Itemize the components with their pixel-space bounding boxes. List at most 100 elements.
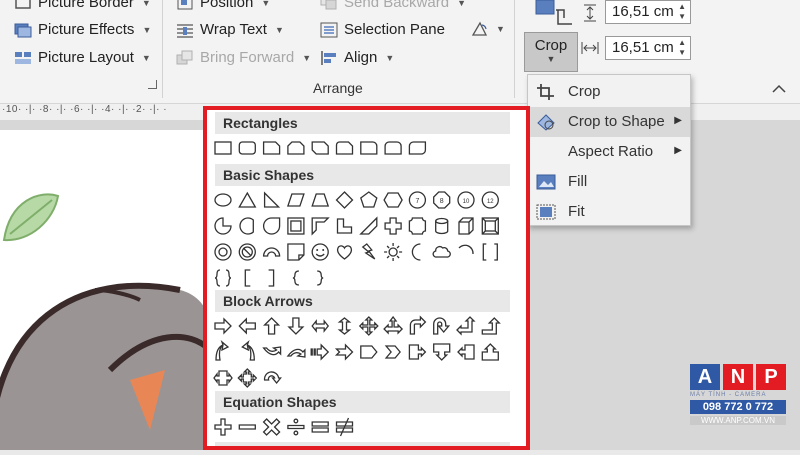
- left-arrow-callout-icon[interactable]: [457, 344, 475, 360]
- plus-icon[interactable]: [214, 418, 232, 436]
- dialog-launcher-icon[interactable]: [148, 80, 157, 89]
- picture-effects-button[interactable]: Picture Effects ▼: [14, 21, 151, 38]
- moon-icon[interactable]: [411, 243, 421, 261]
- double-bracket-icon[interactable]: [482, 243, 498, 261]
- align-button[interactable]: Align ▼: [320, 49, 394, 66]
- equal-icon[interactable]: [311, 421, 329, 433]
- decagon-icon[interactable]: 10: [457, 191, 475, 209]
- right-arrow-icon[interactable]: [214, 317, 232, 335]
- hexagon-icon[interactable]: [383, 192, 403, 208]
- no-symbol-icon[interactable]: [238, 243, 256, 261]
- plaque-icon[interactable]: [408, 217, 427, 235]
- curved-up-arrow-icon[interactable]: [262, 346, 282, 356]
- not-equal-icon[interactable]: [335, 417, 354, 437]
- curved-left-arrow-icon[interactable]: [241, 340, 255, 361]
- bent-arrow-icon[interactable]: [409, 315, 427, 335]
- quad-arrow-icon[interactable]: [358, 316, 379, 336]
- position-button[interactable]: Position ▼: [176, 0, 270, 11]
- left-brace-icon[interactable]: [292, 270, 299, 286]
- round-single-corner-icon[interactable]: [360, 141, 378, 155]
- down-arrow-icon[interactable]: [287, 317, 305, 335]
- half-frame-icon[interactable]: [311, 217, 330, 236]
- bent-up-arrow-icon[interactable]: [481, 317, 501, 335]
- crop-menu-item-crop[interactable]: Crop: [528, 77, 690, 107]
- smiley-face-icon[interactable]: [311, 243, 329, 261]
- width-input[interactable]: 16,51 cm ▲ ▼: [605, 36, 691, 60]
- quad-arrow-callout-icon[interactable]: [237, 368, 258, 388]
- heart-icon[interactable]: [336, 245, 353, 260]
- trapezoid-icon[interactable]: [311, 193, 330, 207]
- left-right-arrow-icon[interactable]: [311, 319, 330, 333]
- oval-icon[interactable]: [214, 193, 232, 207]
- rotate-button[interactable]: ▼: [470, 21, 505, 37]
- height-input[interactable]: 16,51 cm ▲ ▼: [605, 0, 691, 24]
- striped-right-arrow-icon[interactable]: [310, 343, 330, 361]
- bevel-icon[interactable]: [481, 217, 499, 235]
- snip-diagonal-icon[interactable]: [311, 141, 329, 155]
- parallelogram-icon[interactable]: [286, 193, 305, 207]
- chevron-icon[interactable]: [384, 345, 401, 359]
- left-up-arrow-icon[interactable]: [456, 316, 476, 336]
- right-triangle-icon[interactable]: [263, 191, 281, 208]
- crop-menu-item-aspect-ratio[interactable]: Aspect Ratio ▶: [528, 137, 690, 167]
- round-diagonal-icon[interactable]: [408, 141, 427, 155]
- up-down-arrow-icon[interactable]: [337, 317, 352, 335]
- selection-pane-button[interactable]: Selection Pane: [320, 21, 445, 38]
- diamond-icon[interactable]: [335, 191, 354, 209]
- octagon-icon[interactable]: 8: [433, 191, 451, 209]
- collapse-ribbon-icon[interactable]: [772, 84, 786, 94]
- round-same-side-icon[interactable]: [384, 141, 402, 155]
- arc-icon[interactable]: [458, 244, 474, 255]
- up-arrow-icon[interactable]: [263, 317, 281, 335]
- can-icon[interactable]: [435, 217, 449, 235]
- right-arrow-callout-icon[interactable]: [408, 344, 427, 360]
- u-turn-arrow-icon[interactable]: [433, 317, 451, 335]
- crop-menu-item-fit[interactable]: Fit: [528, 197, 690, 227]
- frame-icon[interactable]: [287, 217, 305, 235]
- spinner-arrows-icon[interactable]: ▲ ▼: [678, 2, 686, 22]
- snip-same-side-icon[interactable]: [287, 141, 305, 155]
- bring-forward-button[interactable]: Bring Forward ▼: [176, 49, 311, 66]
- double-brace-icon[interactable]: [214, 269, 232, 287]
- curved-right-arrow-icon[interactable]: [215, 340, 230, 361]
- lightning-bolt-icon[interactable]: [361, 243, 376, 260]
- rounded-rectangle-icon[interactable]: [238, 141, 256, 155]
- up-arrow-callout-icon[interactable]: [481, 343, 499, 361]
- division-icon[interactable]: [287, 418, 305, 436]
- left-right-arrow-callout-icon[interactable]: [213, 370, 233, 386]
- snip-single-corner-icon[interactable]: [262, 141, 281, 155]
- picture-layout-button[interactable]: Picture Layout ▼: [14, 49, 151, 66]
- diagonal-stripe-icon[interactable]: [359, 216, 378, 235]
- pie-icon[interactable]: [214, 217, 232, 235]
- circular-arrow-icon[interactable]: [263, 371, 282, 385]
- teardrop-icon[interactable]: [262, 217, 281, 235]
- l-shape-icon[interactable]: [336, 218, 353, 234]
- left-bracket-icon[interactable]: [244, 269, 251, 287]
- pentagon-arrow-icon[interactable]: [360, 345, 378, 359]
- right-bracket-icon[interactable]: [268, 269, 275, 287]
- pentagon-icon[interactable]: [360, 191, 378, 208]
- left-right-up-arrow-icon[interactable]: [383, 315, 404, 335]
- wrap-text-button[interactable]: Wrap Text ▼: [176, 21, 284, 38]
- block-arc-icon[interactable]: [262, 247, 281, 257]
- cube-icon[interactable]: [458, 217, 474, 235]
- crop-button[interactable]: Crop ▼: [524, 32, 578, 72]
- picture-border-button[interactable]: Picture Border ▼: [14, 0, 151, 11]
- chord-icon[interactable]: [239, 217, 254, 235]
- curved-down-arrow-icon[interactable]: [286, 348, 306, 358]
- left-arrow-icon[interactable]: [238, 317, 256, 335]
- crop-menu-item-fill[interactable]: Fill: [528, 167, 690, 197]
- right-brace-icon[interactable]: [317, 270, 324, 286]
- spinner-arrows-icon[interactable]: ▲ ▼: [678, 38, 686, 58]
- minus-icon[interactable]: [238, 424, 256, 430]
- isosceles-triangle-icon[interactable]: [238, 191, 257, 208]
- crop-menu-item-crop-to-shape[interactable]: Crop to Shape ▶: [528, 107, 690, 137]
- dodecagon-icon[interactable]: 12: [481, 191, 499, 209]
- sun-icon[interactable]: [384, 243, 403, 261]
- down-arrow-callout-icon[interactable]: [433, 343, 451, 361]
- notched-right-arrow-icon[interactable]: [334, 343, 354, 361]
- cross-icon[interactable]: [384, 217, 402, 235]
- snip-round-single-icon[interactable]: [335, 141, 354, 155]
- heptagon-icon[interactable]: 7: [408, 191, 427, 209]
- folded-corner-icon[interactable]: [287, 243, 305, 261]
